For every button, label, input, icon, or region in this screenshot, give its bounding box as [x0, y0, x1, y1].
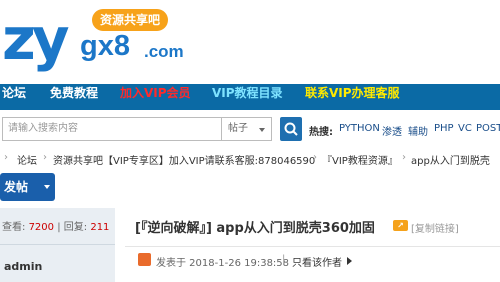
hot-search-item[interactable]: PHP: [434, 123, 454, 134]
hot-search-item[interactable]: POST: [476, 123, 500, 134]
breadcrumb: › 论坛 › 资源共享吧【VIP专享区】加入VIP请联系客服:878046590…: [0, 150, 500, 168]
meta-divider: |: [282, 254, 286, 265]
play-icon: [347, 257, 352, 265]
post-meta: 发表于 2018-1-26 19:38:58 | 只看该作者: [125, 246, 500, 270]
search-input[interactable]: 请输入搜索内容: [2, 117, 222, 141]
nav-item-join-vip[interactable]: 加入VIP会员: [120, 84, 191, 110]
logo-zy-text: zy: [2, 5, 70, 73]
main-nav: 论坛 免费教程 加入VIP会员 VIP教程目录 联系VIP办理客服: [0, 84, 500, 110]
breadcrumb-separator: ›: [4, 152, 8, 163]
search-type-label: 帖子: [228, 123, 248, 134]
replies-count: 211: [90, 222, 110, 233]
breadcrumb-separator: ›: [402, 152, 406, 163]
logo-gx8-text: gx8: [80, 30, 130, 62]
new-post-button[interactable]: 发帖: [0, 173, 55, 201]
search-icon: [284, 122, 298, 136]
post-date: 发表于 2018-1-26 19:38:58: [156, 258, 290, 269]
thread-title: [『逆向破解』] app从入门到脱壳360加固: [135, 221, 375, 236]
thread-main: [『逆向破解』] app从入门到脱壳360加固 ↗ [复制链接] 发表于 201…: [125, 208, 500, 282]
nav-item-vip-catalog[interactable]: VIP教程目录: [212, 84, 283, 110]
copy-link-button[interactable]: [复制链接]: [411, 220, 459, 235]
breadcrumb-separator: ›: [313, 152, 317, 163]
search-bar: 请输入搜索内容 帖子 热搜: PYTHON 渗透 辅助 PHP VC POST: [0, 114, 500, 144]
breadcrumb-separator: ›: [43, 152, 47, 163]
breadcrumb-forum[interactable]: 论坛: [17, 152, 37, 167]
breadcrumb-subforum[interactable]: 『VIP教程资源』: [322, 152, 398, 167]
thread-sidebar: 查看: 7200 | 回复: 211 admin: [0, 208, 115, 282]
breadcrumb-section[interactable]: 资源共享吧【VIP专享区】加入VIP请联系客服:878046590: [53, 152, 315, 167]
site-header: zy 资源共享吧 gx8 .com: [0, 0, 500, 82]
author-panel: admin: [0, 244, 115, 282]
copy-link-icon: ↗: [393, 220, 408, 231]
replies-label: 回复:: [63, 222, 88, 233]
chevron-down-icon: [44, 185, 50, 189]
nav-item-vip-support[interactable]: 联系VIP办理客服: [305, 84, 400, 110]
hot-search-item[interactable]: PYTHON: [339, 123, 380, 134]
thread-stats: 查看: 7200 | 回复: 211: [0, 218, 115, 233]
hot-search-label: 热搜:: [309, 127, 333, 138]
new-post-label: 发帖: [4, 180, 29, 194]
logo-com-text: .com: [144, 42, 184, 61]
chevron-down-icon: [259, 128, 265, 132]
author-name[interactable]: admin: [4, 260, 42, 273]
site-logo[interactable]: zy 资源共享吧 gx8 .com: [0, 0, 210, 82]
breadcrumb-current: app从入门到脱壳: [411, 156, 490, 167]
nav-item-free-tutorials[interactable]: 免费教程: [50, 84, 98, 110]
search-button[interactable]: [280, 117, 302, 141]
views-count: 7200: [28, 222, 55, 233]
only-author-link[interactable]: 只看该作者: [292, 254, 342, 269]
user-icon: [138, 253, 151, 266]
nav-item-forum[interactable]: 论坛: [2, 84, 26, 110]
hot-search-item[interactable]: 渗透: [382, 123, 402, 138]
search-type-select[interactable]: 帖子: [222, 117, 272, 141]
hot-search-item[interactable]: VC: [458, 123, 472, 134]
hot-search-item[interactable]: 辅助: [408, 123, 428, 138]
views-label: 查看:: [2, 222, 26, 233]
logo-badge: 资源共享吧: [92, 9, 168, 31]
